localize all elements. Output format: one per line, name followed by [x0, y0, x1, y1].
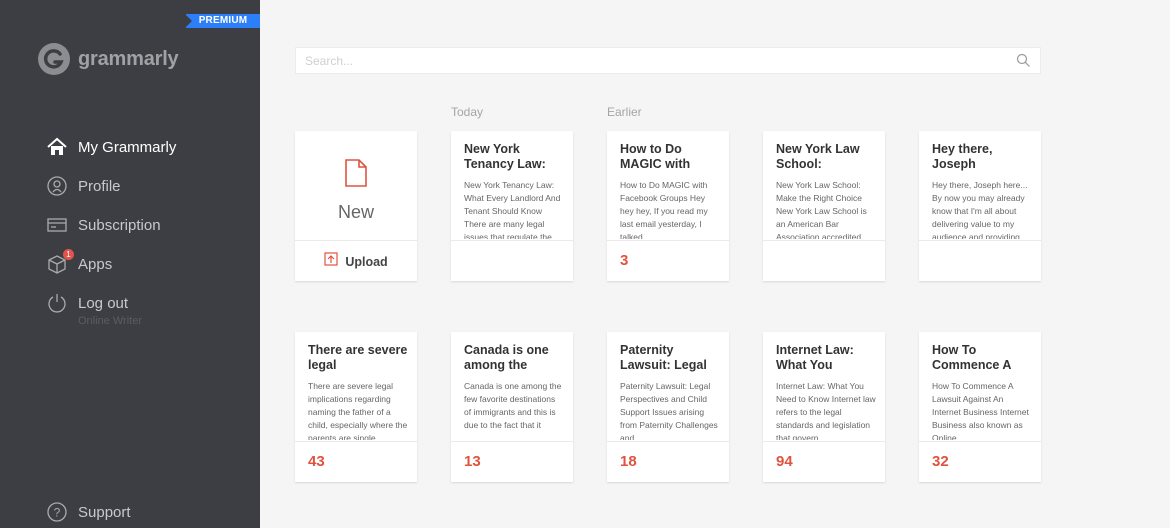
- card-divider: [295, 240, 417, 241]
- document-preview: How To Commence A Lawsuit Against An Int…: [932, 381, 1029, 440]
- search-bar: [295, 47, 1041, 74]
- issue-count: 43: [308, 453, 325, 470]
- card-divider: [919, 441, 1041, 442]
- sidebar-item-subscription[interactable]: Subscription: [46, 213, 161, 237]
- section-label-today: Today: [451, 105, 484, 119]
- document-card[interactable]: New York Law School: New York Law School…: [763, 131, 885, 281]
- document-card[interactable]: New York Tenancy Law: New York Tenancy L…: [451, 131, 573, 281]
- section-label-earlier: Earlier: [607, 105, 642, 119]
- upload-label: Upload: [345, 254, 388, 269]
- document-card[interactable]: Paternity Lawsuit: Legal Paternity Lawsu…: [607, 332, 729, 482]
- document-card[interactable]: There are severe legal There are severe …: [295, 332, 417, 482]
- account-name: Online Writer: [78, 315, 142, 327]
- sidebar-item-label: Apps: [78, 255, 113, 273]
- sidebar-item-label: Subscription: [78, 216, 161, 234]
- document-preview: Paternity Lawsuit: Legal Perspectives an…: [620, 381, 718, 440]
- document-card[interactable]: Canada is one among the Canada is one am…: [451, 332, 573, 482]
- upload-button[interactable]: Upload: [295, 252, 417, 271]
- grammarly-g-icon: [38, 43, 70, 75]
- issue-count: 13: [464, 453, 481, 470]
- document-preview: New York Tenancy Law: What Every Landlor…: [464, 180, 561, 239]
- profile-icon: [46, 175, 68, 197]
- sidebar: PREMIUM grammarly My Grammarly Profile S: [0, 0, 260, 528]
- document-title: Canada is one among the: [464, 343, 549, 372]
- apps-notification-badge: 1: [63, 249, 74, 260]
- document-preview: New York Law School: Make the Right Choi…: [776, 180, 867, 239]
- search-icon[interactable]: [1016, 53, 1031, 73]
- sidebar-item-label: Support: [78, 503, 131, 521]
- power-icon: [46, 292, 68, 314]
- document-card[interactable]: How To Commence A How To Commence A Laws…: [919, 332, 1041, 482]
- document-card[interactable]: Hey there, Joseph Hey there, Joseph here…: [919, 131, 1041, 281]
- sidebar-item-label: Log out: [78, 294, 129, 312]
- card-divider: [607, 240, 729, 241]
- search-input[interactable]: [296, 48, 996, 73]
- card-divider: [763, 441, 885, 442]
- card-divider: [607, 441, 729, 442]
- document-title: Paternity Lawsuit: Legal: [620, 343, 707, 372]
- card-divider: [763, 240, 885, 241]
- upload-icon: [324, 252, 338, 271]
- sidebar-item-my-grammarly[interactable]: My Grammarly: [46, 135, 176, 159]
- sidebar-item-label: My Grammarly: [78, 138, 177, 156]
- document-preview: Internet Law: What You Need to Know Inte…: [776, 381, 876, 440]
- document-card[interactable]: Internet Law: What You Internet Law: Wha…: [763, 332, 885, 482]
- grammarly-logo[interactable]: grammarly: [38, 43, 179, 75]
- card-divider: [919, 240, 1041, 241]
- sidebar-item-label: Profile: [78, 177, 121, 195]
- premium-badge: PREMIUM: [185, 14, 260, 28]
- home-icon: [46, 136, 68, 158]
- document-preview: How to Do MAGIC with Facebook Groups Hey…: [620, 180, 708, 239]
- card-divider: [451, 441, 573, 442]
- box-icon: 1: [46, 249, 74, 275]
- issue-count: 3: [620, 252, 629, 269]
- svg-text:?: ?: [54, 506, 61, 520]
- sidebar-item-support[interactable]: ? Support: [46, 500, 131, 524]
- document-title: Internet Law: What You: [776, 343, 854, 372]
- document-title: New York Tenancy Law:: [464, 142, 546, 171]
- new-document-card[interactable]: New Upload: [295, 131, 417, 281]
- document-preview: Hey there, Joseph here... By now you may…: [932, 180, 1028, 239]
- document-title: There are severe legal: [308, 343, 408, 372]
- help-icon: ?: [46, 501, 68, 523]
- sidebar-item-logout[interactable]: Log out: [46, 291, 128, 315]
- sidebar-item-apps[interactable]: 1 Apps: [46, 249, 113, 276]
- document-title: New York Law School:: [776, 142, 860, 171]
- new-document-label: New: [337, 202, 374, 222]
- issue-count: 32: [932, 453, 949, 470]
- document-title: How to Do MAGIC with: [620, 142, 691, 171]
- new-document-icon: [344, 159, 368, 192]
- document-preview: There are severe legal implications rega…: [308, 381, 408, 440]
- card-divider: [295, 441, 417, 442]
- card-icon: [46, 214, 68, 236]
- document-card[interactable]: How to Do MAGIC with How to Do MAGIC wit…: [607, 131, 729, 281]
- document-title: How To Commence A: [932, 343, 1012, 372]
- logo-text: grammarly: [78, 47, 179, 70]
- card-divider: [451, 240, 573, 241]
- document-preview: Canada is one among the few favorite des…: [464, 381, 562, 430]
- issue-count: 94: [776, 453, 793, 470]
- document-title: Hey there, Joseph: [932, 142, 993, 171]
- sidebar-item-profile[interactable]: Profile: [46, 174, 121, 198]
- issue-count: 18: [620, 453, 637, 470]
